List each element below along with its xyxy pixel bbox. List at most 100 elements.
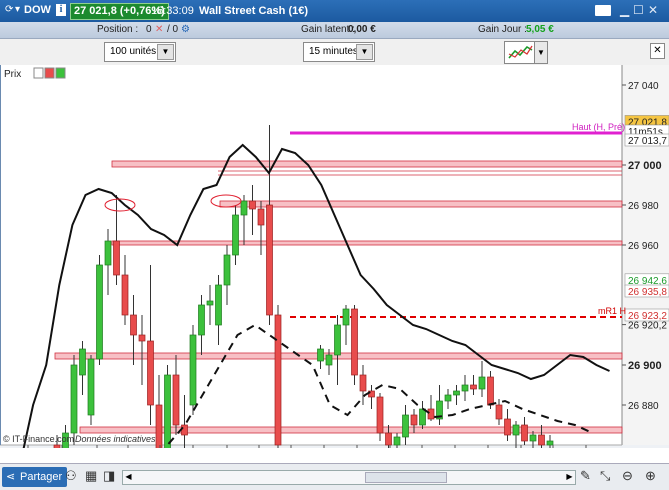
y-tick-label: 26 920,2 [628,321,667,332]
gain-latent-label: Gain latent : [301,24,355,35]
candle-down [470,384,477,390]
price-badge-text: 26 935,8 [628,287,667,298]
scroll-right-icon[interactable]: ▶ [564,471,575,482]
quote-time: 16:33:09 [151,5,194,17]
chart-close-button[interactable]: ✕ [650,43,665,59]
mr1-level-label: mR1 H [598,306,626,316]
candle-down [172,374,180,426]
y-tick-label: 26 960 [628,241,659,252]
interval-select[interactable]: 15 minutes ▼ [303,42,375,62]
share-button[interactable]: ⋖ Partager [2,467,68,487]
share-icon: ⋖ [6,471,16,483]
candle-up [334,324,341,356]
candle-down [181,424,188,436]
candle-up [461,384,469,392]
chevron-down-icon: ▼ [157,44,174,60]
title-bar: ⟳ ▾ DOW i 27 021,8 (+0,76%) 16:33:09 Wal… [0,0,669,22]
candle-down [359,374,367,392]
settings-icon[interactable]: ⚙ [181,24,190,35]
candle-up [402,414,409,438]
candle-down [521,424,528,442]
y-tick-label: 27 040 [628,81,659,92]
resistance-zone [219,200,623,208]
candle-up [189,334,197,406]
scroll-left-icon[interactable]: ◀ [123,471,134,482]
candle-down [249,200,256,210]
candle-down [495,404,503,420]
candle-down [257,208,265,226]
position-close-icon[interactable]: ✕ [155,24,163,35]
candle-down [351,308,358,376]
zoom-out-icon[interactable]: ⊖ [622,468,633,484]
candle-down [155,404,163,448]
gain-jour-label: Gain Jour : [478,24,527,35]
scroll-thumb[interactable] [365,472,447,483]
remove-icon[interactable] [44,67,55,79]
candle-down [274,314,282,446]
symbol-dropdown-icon[interactable]: ▾ [15,4,20,15]
candle-down [266,204,273,316]
zoom-fit-icon[interactable]: ⤡ [600,468,610,484]
candle-down [487,376,494,406]
candle-up [512,424,520,436]
keyboard-icon[interactable] [595,5,611,16]
candle-up [325,354,333,366]
draw-tool-icon[interactable]: ✎ [580,468,591,484]
chevron-down-icon: ▼ [356,44,373,60]
close-icon[interactable]: ✕ [648,3,658,17]
candle-down [53,444,61,448]
maximize-icon[interactable]: ☐ [633,3,644,17]
symbol-label[interactable]: DOW [24,4,51,16]
time-scrollbar[interactable]: ◀ ▶ [122,470,576,485]
candle-down [410,414,418,426]
candle-down [147,340,154,406]
candle-up [206,300,214,306]
refresh-icon[interactable]: ⟳ [5,4,13,15]
wrench-icon[interactable] [33,67,44,79]
instrument-name: Wall Street Cash (1€) [199,5,309,17]
candle-up [104,240,112,266]
candle-up [419,408,426,426]
position-label: Position : [97,24,139,35]
candle-up [70,364,78,434]
position-separator: / 0 [167,24,179,35]
add-icon[interactable] [55,67,66,79]
price-label: Prix [4,69,21,80]
candle-up [317,348,324,362]
resistance-zone [111,160,623,168]
candle-down [376,396,384,434]
bottom-bar: ⋖ Partager ⚇ ▦ ◨ ◀ ▶ ✎ ⤡ ⊖ ⊕ [0,463,669,490]
candle-down [138,334,146,342]
price-badge-text: 26 923,2 [628,311,667,322]
zoom-in-icon[interactable]: ⊕ [645,468,656,484]
candle-up [164,374,171,448]
minimize-icon[interactable]: ▁ [620,3,629,17]
chart-svg: 27 040 27 000 26 980 26 960 26 920,2 26 900 26… [0,65,669,448]
share-label: Partager [20,471,63,483]
gain-latent-value: 0,00 € [348,24,376,35]
y-tick-label: 26 980 [628,201,659,212]
info-icon[interactable]: i [56,4,66,16]
indicators-dropdown[interactable]: ▼ [534,41,548,64]
y-tick-label: 27 000 [628,160,662,172]
haut-level-label: Haut (H, Pré) [572,122,625,132]
indicators-chart-icon [508,45,533,59]
candle-up [240,200,248,216]
price-chart[interactable]: 27 040 27 000 26 980 26 960 26 920,2 26 900 26… [0,65,669,448]
chart-toolbar: 100 unités ▼ 15 minutes ▼ ▼ [0,39,669,66]
candle-up [444,394,452,402]
calculator-icon[interactable]: ▦ [85,468,97,484]
candle-down [130,314,137,336]
compare-icon[interactable]: ◨ [103,468,115,484]
interval-value: 15 minutes [309,46,358,57]
indicators-button[interactable] [504,41,536,64]
units-value: 100 unités [110,46,157,57]
candle-up [393,436,401,446]
candle-down [538,434,545,446]
people-icon[interactable]: ⚇ [65,468,77,484]
candle-up [215,284,222,326]
candle-up [96,264,103,360]
candle-up [232,214,239,256]
units-select[interactable]: 100 unités ▼ [104,42,176,62]
position-info-bar: Position : 0 ✕ / 0 ⚙ Gain latent : 0,00 … [0,22,669,39]
